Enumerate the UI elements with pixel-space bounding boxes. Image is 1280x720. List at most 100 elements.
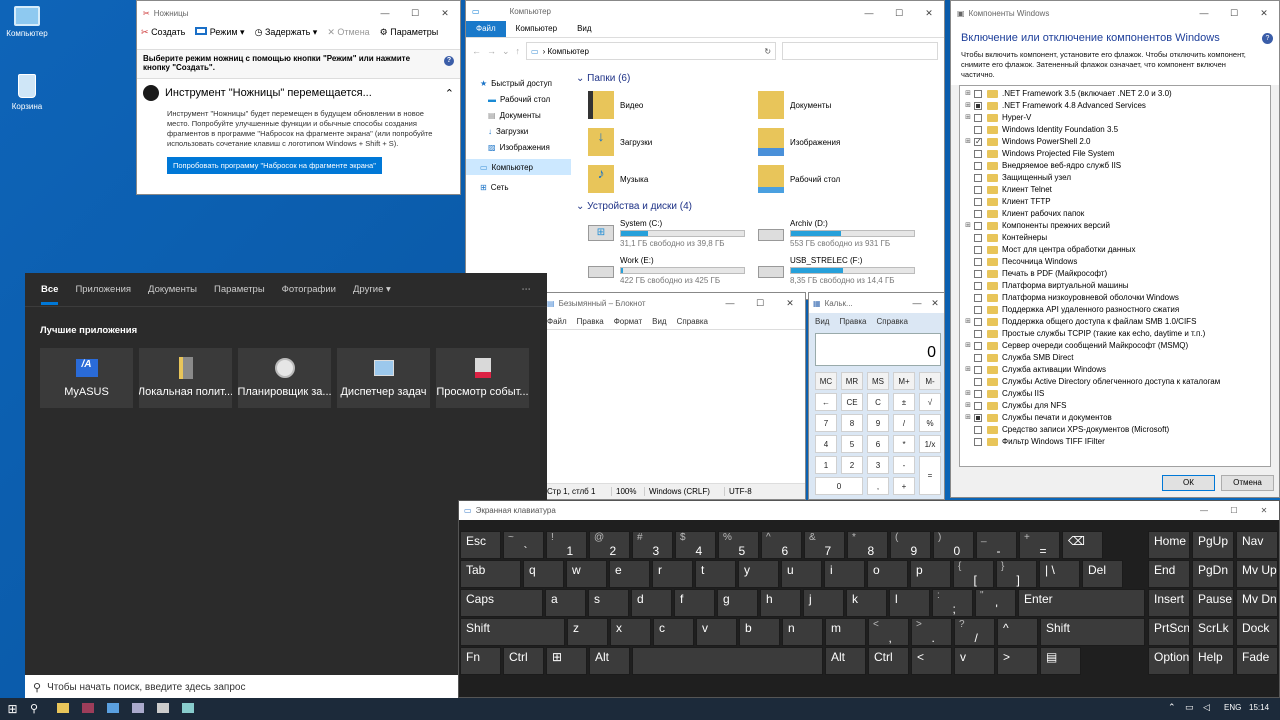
feature-item[interactable]: Простые службы TCPIP (такие как echo, da… [964, 328, 1266, 340]
calc-key[interactable]: 0 [815, 477, 863, 495]
up-icon[interactable]: ↑ [516, 46, 521, 56]
keyboard-key[interactable]: {[ [953, 560, 994, 588]
volume-icon[interactable]: ◁ [1203, 702, 1210, 713]
refresh-icon[interactable]: ↻ [764, 47, 771, 56]
calc-key[interactable]: , [867, 477, 889, 495]
nav-item-network[interactable]: ⊞ Сеть [466, 179, 571, 195]
maximize-button[interactable]: ☐ [745, 293, 775, 313]
minimize-button[interactable]: — [715, 293, 745, 313]
folder-item[interactable]: ♪ Музыка [588, 165, 648, 193]
keyboard-key[interactable]: Caps [460, 589, 543, 617]
memory-key[interactable]: MR [841, 372, 863, 390]
feature-item[interactable]: ⊞ .NET Framework 3.5 (включает .NET 2.0 и… [964, 88, 1266, 100]
feature-item[interactable]: ⊞ Службы печати и документов [964, 412, 1266, 424]
keyboard-key[interactable]: Alt [825, 647, 866, 675]
cancel-snip-button[interactable]: ✕ Отмена [327, 27, 369, 38]
desktop-icon-recycle-bin[interactable]: Корзина [4, 74, 50, 111]
feature-item[interactable]: ⊞ Hyper-V [964, 112, 1266, 124]
calc-key[interactable]: 2 [841, 456, 863, 474]
keyboard-key[interactable]: ~ ` [503, 531, 544, 559]
keyboard-key[interactable]: b [739, 618, 780, 646]
keyboard-key[interactable]: u [781, 560, 822, 588]
keyboard-key[interactable]: Home [1148, 531, 1190, 559]
keyboard-key[interactable]: End [1148, 560, 1190, 588]
folders-header[interactable]: ⌄ Папки (6) [576, 73, 630, 84]
forward-icon[interactable]: → [487, 46, 496, 56]
memory-key[interactable]: MS [867, 372, 889, 390]
drive-item[interactable]: USB_STRELEC (F:) 8,35 ГБ свободно из 14,4… [758, 256, 915, 285]
calc-key[interactable]: √ [919, 393, 941, 411]
expand-icon[interactable]: ⊞ [964, 318, 972, 326]
app-tile[interactable]: Диспетчер задач [337, 348, 430, 408]
keyboard-key[interactable]: (9 [890, 531, 931, 559]
feature-checkbox[interactable] [974, 161, 982, 170]
keyboard-key[interactable]: Ctrl [868, 647, 909, 675]
network-icon[interactable]: ▭ [1185, 702, 1194, 713]
keyboard-key[interactable]: PrtScn [1148, 618, 1190, 646]
keyboard-key[interactable]: ? / [954, 618, 995, 646]
memory-key[interactable]: M- [919, 372, 941, 390]
feature-item[interactable]: ⊞ Служба активации Windows [964, 364, 1266, 376]
drive-item[interactable]: ⊞ System (C:) 31,1 ГБ свободно из 39,8 ГБ [588, 219, 745, 248]
feature-checkbox[interactable] [974, 401, 982, 410]
keyboard-key[interactable]: Insert [1148, 589, 1190, 617]
calc-key[interactable]: / [893, 414, 915, 432]
menu-help[interactable]: Справка [877, 317, 908, 326]
feature-item[interactable]: Платформа виртуальной машины [964, 280, 1266, 292]
try-snip-sketch-button[interactable]: Попробовать программу "Набросок на фрагм… [167, 157, 382, 174]
keyboard-key[interactable]: t [695, 560, 736, 588]
nav-item-quick-access[interactable]: ★ Быстрый доступ [466, 75, 571, 91]
keyboard-key[interactable]: Del [1082, 560, 1123, 588]
tab-file[interactable]: Файл [466, 21, 506, 37]
keyboard-key[interactable]: g [717, 589, 758, 617]
keyboard-key[interactable]: c [653, 618, 694, 646]
feature-item[interactable]: Служба SMB Direct [964, 352, 1266, 364]
feature-checkbox[interactable] [974, 437, 982, 446]
feature-checkbox[interactable] [974, 221, 982, 230]
feature-checkbox[interactable] [974, 317, 982, 326]
keyboard-key[interactable]: d [631, 589, 672, 617]
feature-checkbox[interactable] [974, 233, 982, 242]
computer-taskbar-icon[interactable] [107, 703, 119, 713]
nav-item-desktop[interactable]: ▬ Рабочий стол [466, 91, 571, 107]
keyboard-key[interactable]: n [782, 618, 823, 646]
keyboard-key[interactable]: o [867, 560, 908, 588]
keyboard-key[interactable]: + = [1019, 531, 1060, 559]
app-tile[interactable]: /A MyASUS [40, 348, 133, 408]
calc-key[interactable]: 7 [815, 414, 837, 432]
keyboard-key[interactable]: Options [1148, 647, 1190, 675]
expand-icon[interactable]: ⊞ [964, 402, 972, 410]
keyboard-key[interactable]: v [954, 647, 995, 675]
keyboard-key[interactable]: Shift [1040, 618, 1145, 646]
menu-format[interactable]: Формат [614, 317, 642, 326]
minimize-button[interactable]: — [1189, 1, 1219, 25]
keyboard-key[interactable]: ⌫ [1062, 531, 1103, 559]
expand-icon[interactable]: ⊞ [964, 222, 972, 230]
menu-view[interactable]: Вид [815, 317, 829, 326]
feature-checkbox[interactable] [974, 281, 982, 290]
minimize-button[interactable]: — [1189, 506, 1219, 515]
expand-icon[interactable]: ⊞ [964, 366, 972, 374]
menu-edit[interactable]: Правка [839, 317, 866, 326]
keyboard-key[interactable]: :; [932, 589, 973, 617]
address-bar[interactable]: ▭ › Компьютер ↻ [526, 42, 777, 60]
feature-item[interactable]: ⊞ Поддержка общего доступа к файлам SMB 1… [964, 316, 1266, 328]
expand-icon[interactable]: ⊞ [964, 114, 972, 122]
calc-key[interactable]: 8 [841, 414, 863, 432]
nav-item-computer[interactable]: ▭ Компьютер [466, 159, 571, 175]
keyboard-key[interactable]: s [588, 589, 629, 617]
keyboard-key[interactable]: m [825, 618, 866, 646]
feature-item[interactable]: Windows Projected File System [964, 148, 1266, 160]
keyboard-key[interactable]: Ctrl [503, 647, 544, 675]
feature-checkbox[interactable] [974, 125, 982, 134]
close-button[interactable]: ✕ [1249, 1, 1279, 25]
keyboard-key[interactable]: e [609, 560, 650, 588]
cancel-button[interactable]: Отмена [1221, 475, 1274, 491]
keyboard-key[interactable]: Fade [1236, 647, 1278, 675]
keyboard-key[interactable]: @2 [589, 531, 630, 559]
keyboard-key[interactable]: ) 0 [933, 531, 974, 559]
help-icon[interactable]: ? [444, 56, 454, 66]
keyboard-key[interactable]: > [997, 647, 1038, 675]
keyboard-key[interactable]: ^ [997, 618, 1038, 646]
feature-checkbox[interactable] [974, 377, 982, 386]
